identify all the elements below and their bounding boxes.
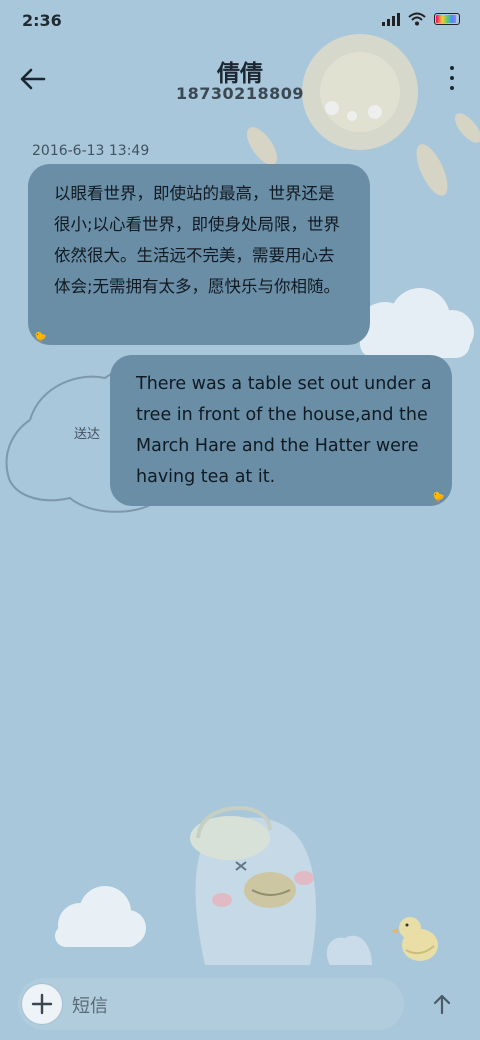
small-cloud-illustration: [55, 886, 146, 947]
outgoing-message-bubble[interactable]: There was a table set out under a tree i…: [110, 355, 452, 506]
message-status-delivered: 送达: [74, 427, 101, 442]
status-bar: 2:36: [0, 0, 480, 44]
send-arrow-icon[interactable]: [430, 992, 454, 1016]
bubble-duck-decoration-icon: 🐤: [432, 492, 445, 503]
contact-phone-number: 18730218809: [176, 84, 304, 103]
battery-icon: [434, 13, 460, 25]
add-attachment-button[interactable]: [22, 984, 62, 1024]
add-attachment-icon: [31, 993, 53, 1015]
contact-name: 倩倩: [217, 61, 263, 87]
status-time: 2:36: [22, 11, 62, 30]
incoming-message-bubble[interactable]: 以眼看世界，即使站的最高，世界还是很小;以心看世界，即使身处局限，世界依然很大。…: [28, 164, 370, 345]
duck-character-illustration: [190, 805, 372, 965]
more-vertical-icon[interactable]: [448, 66, 456, 90]
small-duck-illustration: [391, 917, 438, 961]
message-text: There was a table set out under a tree i…: [136, 374, 432, 487]
wifi-icon: [408, 12, 426, 26]
message-text: 以眼看世界，即使站的最高，世界还是很小;以心看世界，即使身处局限，世界依然很大。…: [54, 184, 341, 296]
cloud-illustration: [357, 288, 474, 358]
bubble-duck-decoration-icon: 🐤: [34, 332, 47, 343]
conversation-header: 倩倩 18730218809: [0, 44, 480, 114]
message-input-placeholder[interactable]: 短信: [72, 992, 108, 1018]
signal-icon: [382, 12, 400, 26]
message-timestamp: 2016-6-13 13:49: [32, 143, 150, 159]
status-icons: [382, 12, 460, 26]
